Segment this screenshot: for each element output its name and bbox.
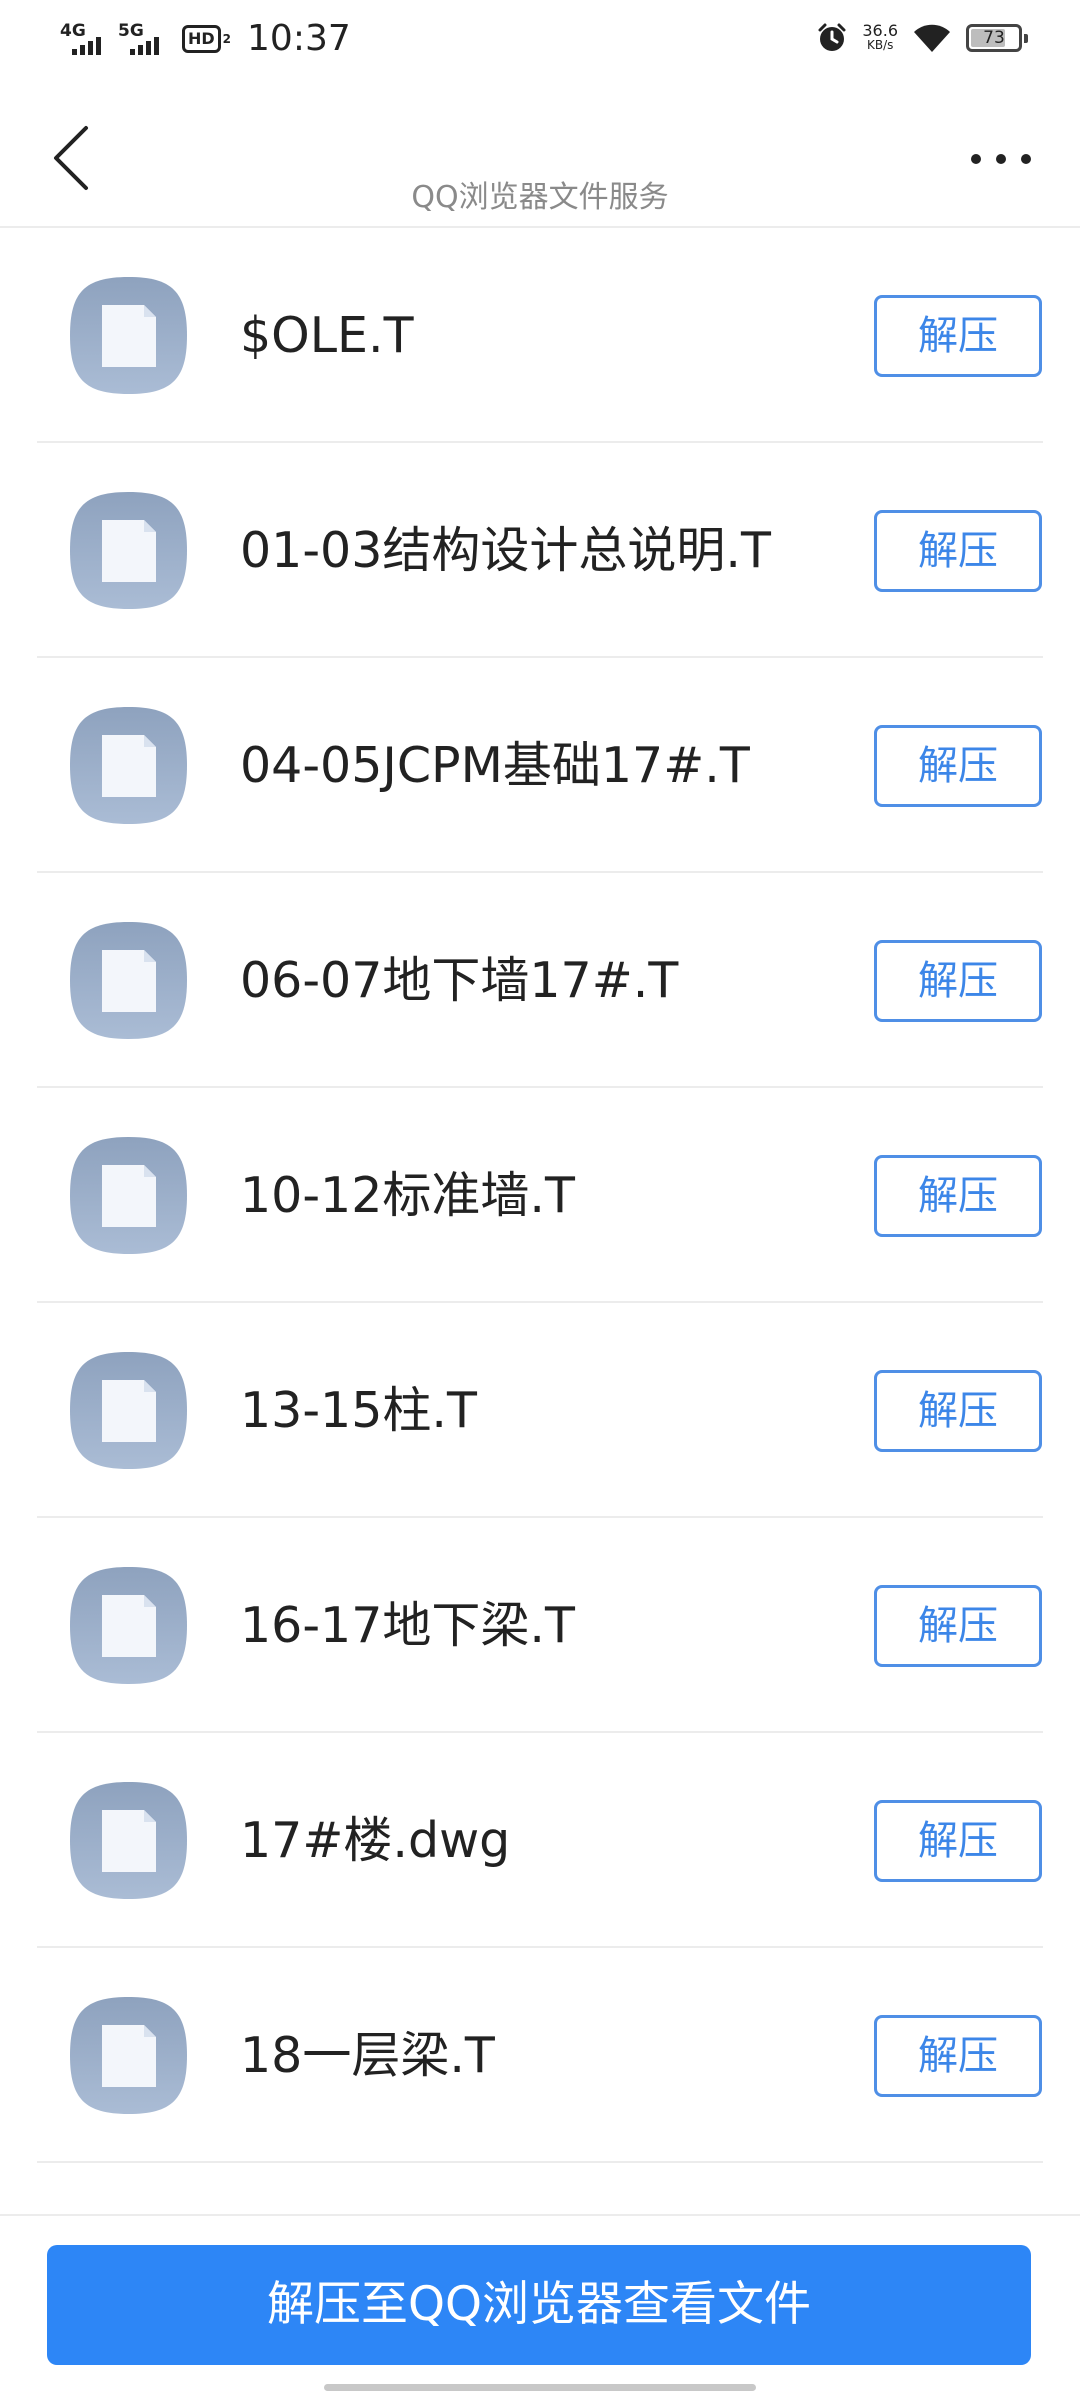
extract-to-qq-browser-button[interactable]: 解压至QQ浏览器查看文件 <box>47 2245 1031 2365</box>
file-list: $OLE.T 解压 01-03结构设计总说明.T 解压 04-05JCPM基础1… <box>0 228 1080 2163</box>
hd-label: HD <box>182 24 221 53</box>
extract-button[interactable]: 解压 <box>874 510 1042 592</box>
file-icon <box>70 1997 187 2114</box>
speed-value: 36.6 <box>862 21 898 40</box>
file-row-4[interactable]: 10-12标准墙.T 解压 <box>0 1088 1080 1303</box>
signal-4g-icon: 4G <box>60 21 110 57</box>
extract-button[interactable]: 解压 <box>874 1585 1042 1667</box>
file-row-2[interactable]: 04-05JCPM基础17#.T 解压 <box>0 658 1080 873</box>
row-divider <box>37 2161 1043 2163</box>
file-icon <box>70 922 187 1039</box>
status-time: 10:37 <box>247 18 351 59</box>
hd-voice-icon: HD 2 <box>182 24 232 53</box>
page-title: QQ浏览器文件服务 <box>411 180 669 215</box>
file-name: 06-07地下墙17#.T <box>240 952 679 1009</box>
file-row-8[interactable]: 18一层梁.T 解压 <box>0 1948 1080 2163</box>
status-bar: 4G 5G HD 2 10:37 36.6 KB/s 73 <box>0 0 1080 80</box>
battery-icon: 73 <box>966 24 1028 52</box>
extract-button[interactable]: 解压 <box>874 1155 1042 1237</box>
file-name: 04-05JCPM基础17#.T <box>240 737 750 794</box>
file-name: 16-17地下梁.T <box>240 1597 575 1654</box>
file-icon <box>70 492 187 609</box>
file-icon <box>70 1782 187 1899</box>
file-row-6[interactable]: 16-17地下梁.T 解压 <box>0 1518 1080 1733</box>
battery-percent: 73 <box>983 28 1005 48</box>
network-speed: 36.6 KB/s <box>862 21 898 53</box>
file-row-5[interactable]: 13-15柱.T 解压 <box>0 1303 1080 1518</box>
hd-sub-label: 2 <box>222 31 232 46</box>
file-icon <box>70 1352 187 1469</box>
file-name: 13-15柱.T <box>240 1382 477 1439</box>
file-name: 10-12标准墙.T <box>240 1167 575 1224</box>
extract-button[interactable]: 解压 <box>874 1370 1042 1452</box>
speed-unit: KB/s <box>866 38 894 52</box>
file-icon <box>70 1567 187 1684</box>
wifi-icon <box>914 24 950 52</box>
nav-bar: QQ浏览器文件服务 <box>0 80 1080 228</box>
alarm-icon <box>818 23 846 51</box>
status-left: 4G 5G HD 2 10:37 <box>60 18 351 59</box>
extract-button[interactable]: 解压 <box>874 940 1042 1022</box>
file-name: $OLE.T <box>240 307 414 364</box>
signal-5g-icon: 5G <box>118 21 168 57</box>
file-row-7[interactable]: 17#楼.dwg 解压 <box>0 1733 1080 1948</box>
home-indicator[interactable] <box>324 2384 756 2391</box>
file-name: 01-03结构设计总说明.T <box>240 522 771 579</box>
extract-button[interactable]: 解压 <box>874 1800 1042 1882</box>
status-right: 36.6 KB/s 73 <box>816 21 1028 54</box>
file-name: 18一层梁.T <box>240 2027 495 2084</box>
file-icon <box>70 277 187 394</box>
extract-button[interactable]: 解压 <box>874 295 1042 377</box>
file-icon <box>70 707 187 824</box>
file-name: 17#楼.dwg <box>240 1812 511 1869</box>
file-row-0[interactable]: $OLE.T 解压 <box>0 228 1080 443</box>
file-row-3[interactable]: 06-07地下墙17#.T 解压 <box>0 873 1080 1088</box>
extract-button[interactable]: 解压 <box>874 2015 1042 2097</box>
bottom-divider <box>0 2214 1080 2216</box>
extract-button[interactable]: 解压 <box>874 725 1042 807</box>
more-dots-icon[interactable] <box>966 144 1036 174</box>
file-row-1[interactable]: 01-03结构设计总说明.T 解压 <box>0 443 1080 658</box>
file-icon <box>70 1137 187 1254</box>
